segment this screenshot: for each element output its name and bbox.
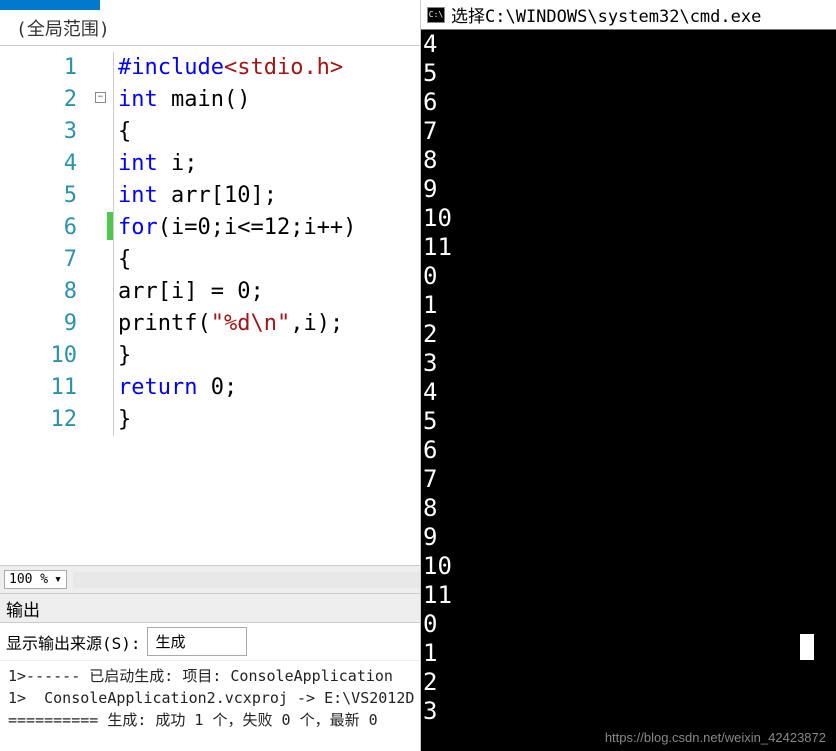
scope-dropdown[interactable]: (全局范围) [0,10,420,46]
code-line[interactable]: { [113,244,420,276]
horizontal-scrollbar[interactable] [73,572,420,588]
line-number: 2 [0,84,77,116]
line-number: 12 [0,404,77,436]
zoom-bar: 100 % ▾ [0,565,420,593]
output-source-value: 生成 [156,633,186,651]
zoom-value: 100 % [9,572,48,587]
output-body[interactable]: 1>------ 已启动生成: 项目: ConsoleApplication1>… [0,661,420,751]
code-line[interactable]: } [113,340,420,372]
console-title: 选择C:\WINDOWS\system32\cmd.exe [451,2,761,27]
code-editor[interactable]: 123456789101112 − #include<stdio.h>int m… [0,46,420,565]
output-source-label: 显示输出来源(S): [6,630,141,654]
console-line: 1 [423,639,836,668]
console-line: 10 [423,204,836,233]
line-number: 1 [0,52,77,84]
code-line[interactable]: for(i=0;i<=12;i++) [113,212,420,244]
scope-label: (全局范围) [16,15,110,41]
console-line: 2 [423,320,836,349]
console-line: 7 [423,465,836,494]
code-line[interactable]: arr[i] = 0; [113,276,420,308]
line-number: 4 [0,148,77,180]
line-number: 3 [0,116,77,148]
console-line: 8 [423,494,836,523]
console-line: 6 [423,436,836,465]
console-line: 3 [423,697,836,726]
line-number: 8 [0,276,77,308]
console-output[interactable]: 4567891011012345678910110123 [421,30,836,751]
console-line: 0 [423,262,836,291]
console-line: 1 [423,291,836,320]
console-titlebar[interactable]: C:\ 选择C:\WINDOWS\system32\cmd.exe [421,0,836,30]
output-source-dropdown[interactable]: 生成 [147,627,247,656]
line-number: 9 [0,308,77,340]
output-panel-title: 输出 [6,596,40,621]
chevron-down-icon: ▾ [54,572,62,587]
console-line: 4 [423,378,836,407]
code-line[interactable]: int arr[10]; [113,180,420,212]
console-line: 0 [423,610,836,639]
output-line: 1> ConsoleApplication2.vcxproj -> E:\VS2… [8,687,412,709]
console-line: 9 [423,523,836,552]
editor-pane: (全局范围) 123456789101112 − #include<stdio.… [0,0,421,751]
line-number: 10 [0,340,77,372]
console-line: 4 [423,30,836,59]
console-line: 6 [423,88,836,117]
output-line: 1>------ 已启动生成: 项目: ConsoleApplication [8,665,412,687]
line-number: 7 [0,244,77,276]
console-line: 9 [423,175,836,204]
console-line: 8 [423,146,836,175]
fold-column[interactable]: − [95,46,113,565]
fold-toggle-icon[interactable]: − [95,92,106,103]
output-toolbar: 显示输出来源(S): 生成 [0,623,420,661]
output-line: ========== 生成: 成功 1 个，失败 0 个，最新 0 [8,709,412,731]
line-number-gutter: 123456789101112 [0,46,95,565]
console-line: 2 [423,668,836,697]
code-line[interactable]: int main() [113,84,420,116]
console-line: 10 [423,552,836,581]
console-line: 7 [423,117,836,146]
console-pane: C:\ 选择C:\WINDOWS\system32\cmd.exe 456789… [421,0,836,751]
console-line: 5 [423,59,836,88]
console-cursor [800,634,814,660]
code-line[interactable]: } [113,404,420,436]
line-number: 5 [0,180,77,212]
code-line[interactable]: { [113,116,420,148]
console-line: 3 [423,349,836,378]
change-marker [107,212,113,240]
console-line: 11 [423,233,836,262]
code-lines[interactable]: #include<stdio.h>int main(){int i;int ar… [113,46,420,565]
line-number: 6 [0,212,77,244]
code-line[interactable]: return 0; [113,372,420,404]
cmd-icon: C:\ [427,7,445,23]
output-panel-header[interactable]: 输出 [0,593,420,623]
code-line[interactable]: #include<stdio.h> [113,52,420,84]
watermark: https://blog.csdn.net/weixin_42423872 [605,730,826,745]
console-line: 5 [423,407,836,436]
zoom-dropdown[interactable]: 100 % ▾ [4,570,67,589]
tab-active-indicator [0,0,100,10]
line-number: 11 [0,372,77,404]
code-line[interactable]: printf("%d\n",i); [113,308,420,340]
console-line: 11 [423,581,836,610]
code-line[interactable]: int i; [113,148,420,180]
